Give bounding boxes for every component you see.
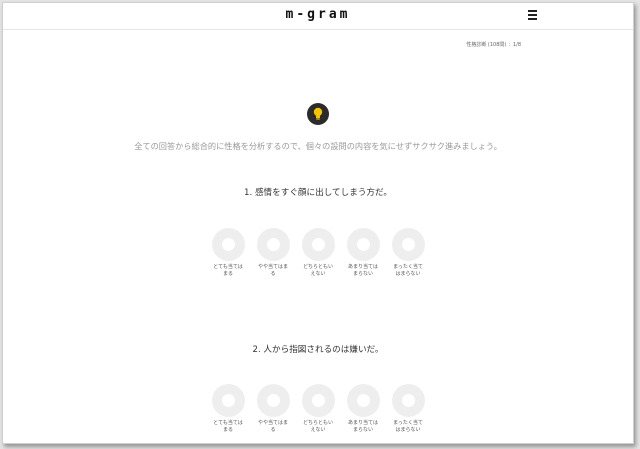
radio-circle[interactable] [346, 384, 380, 417]
q1-option-agree[interactable]: やや当てはま る [253, 228, 293, 277]
lightbulb-icon [307, 103, 329, 125]
browser-window: m-gram 性格診断 (108問) ：1/8 全ての回答から総合的に性格を分析… [2, 2, 634, 444]
hamburger-menu-icon[interactable] [528, 10, 537, 20]
option-label: やや当てはま る [258, 264, 288, 277]
radio-circle[interactable] [391, 228, 425, 261]
progress-indicator: 性格診断 (108問) ：1/8 [466, 42, 521, 48]
question-1-options: とても当ては まる やや当てはま る どちらともい えない あまり当ては まらな… [208, 228, 433, 288]
q2-option-strongly-disagree[interactable]: まったく当て はまらない [388, 384, 428, 433]
option-label: まったく当て はまらない [393, 420, 423, 433]
radio-circle[interactable] [301, 384, 335, 417]
question-2-options: とても当ては まる やや当てはま る どちらともい えない あまり当ては まらな… [208, 384, 433, 443]
q1-option-disagree[interactable]: あまり当ては まらない [343, 228, 383, 277]
radio-circle[interactable] [211, 384, 245, 417]
option-label: まったく当て はまらない [393, 264, 423, 277]
option-label: とても当ては まる [213, 420, 243, 433]
q1-option-neutral[interactable]: どちらともい えない [298, 228, 338, 277]
option-label: どちらともい えない [303, 264, 333, 277]
radio-circle[interactable] [301, 228, 335, 261]
option-label: どちらともい えない [303, 420, 333, 433]
option-label: あまり当ては まらない [348, 420, 378, 433]
radio-circle[interactable] [256, 228, 290, 261]
site-logo[interactable]: m-gram [3, 7, 633, 22]
option-label: やや当てはま る [258, 420, 288, 433]
option-label: とても当ては まる [213, 264, 243, 277]
radio-circle[interactable] [391, 384, 425, 417]
intro-text: 全ての回答から総合的に性格を分析するので、個々の設問の内容を気にせずサクサク進み… [134, 141, 502, 151]
q2-option-strongly-agree[interactable]: とても当ては まる [208, 384, 248, 433]
radio-circle[interactable] [256, 384, 290, 417]
q2-option-disagree[interactable]: あまり当ては まらない [343, 384, 383, 433]
site-header: m-gram [3, 3, 633, 30]
q1-option-strongly-disagree[interactable]: まったく当て はまらない [388, 228, 428, 277]
q2-option-neutral[interactable]: どちらともい えない [298, 384, 338, 433]
question-2-text: 2. 人から指図されるのは嫌いだ。 [252, 345, 384, 355]
question-1-text: 1. 感情をすぐ顔に出してしまう方だ。 [244, 188, 392, 198]
radio-circle[interactable] [346, 228, 380, 261]
radio-circle[interactable] [211, 228, 245, 261]
q2-option-agree[interactable]: やや当てはま る [253, 384, 293, 433]
q1-option-strongly-agree[interactable]: とても当ては まる [208, 228, 248, 277]
option-label: あまり当ては まらない [348, 264, 378, 277]
